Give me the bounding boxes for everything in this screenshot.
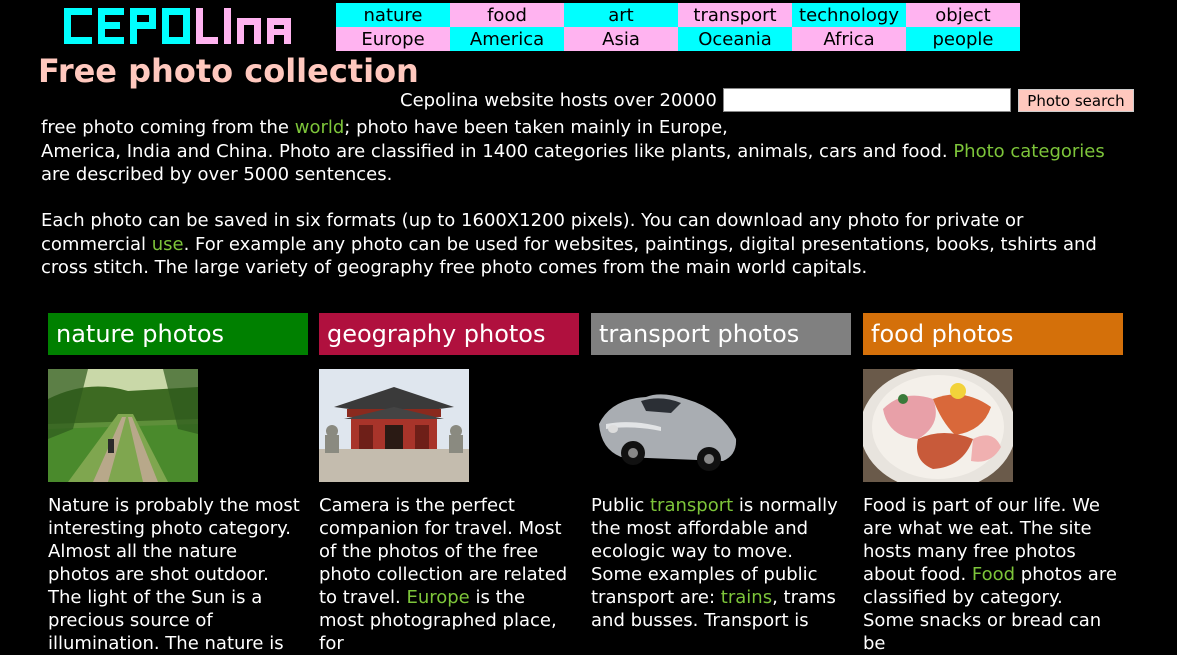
nav-technology[interactable]: technology	[792, 3, 906, 27]
transport-photos-heading[interactable]: transport photos	[591, 313, 851, 355]
nav-people[interactable]: people	[906, 27, 1020, 51]
nav-asia[interactable]: Asia	[564, 27, 678, 51]
trains-link[interactable]: trains	[721, 587, 772, 608]
intro-text: free photo coming from the	[41, 117, 295, 138]
nav-nature[interactable]: nature	[336, 3, 450, 27]
nature-column: nature photos Nature is probably the mos…	[48, 313, 308, 655]
transport-text: Public	[591, 495, 650, 516]
nav-america[interactable]: America	[450, 27, 564, 51]
chinese-temple-photo[interactable]	[319, 369, 469, 482]
nav-oceania[interactable]: Oceania	[678, 27, 792, 51]
category-nav: nature food art transport technology obj…	[336, 3, 1020, 51]
nav-food[interactable]: food	[450, 3, 564, 27]
intro-text: America, India and China. Photo are clas…	[41, 140, 954, 162]
world-link[interactable]: world	[295, 117, 345, 138]
intro-paragraph-2: Each photo can be saved in six formats (…	[41, 209, 1131, 280]
geography-photos-heading[interactable]: geography photos	[319, 313, 579, 355]
search-input[interactable]	[723, 88, 1011, 112]
nav-object[interactable]: object	[906, 3, 1020, 27]
europe-link[interactable]: Europe	[406, 587, 469, 608]
food-link[interactable]: Food	[972, 564, 1015, 585]
nature-text: Nature is probably the most interesting …	[48, 495, 300, 654]
nav-transport[interactable]: transport	[678, 3, 792, 27]
nature-description: Nature is probably the most interesting …	[48, 494, 308, 655]
geography-description: Camera is the perfect companion for trav…	[319, 494, 579, 655]
food-description: Food is part of our life. We are what we…	[863, 494, 1123, 655]
nature-path-photo[interactable]	[48, 369, 198, 482]
intro-paragraph-1: free photo coming from the world; photo …	[41, 116, 1131, 187]
nav-art[interactable]: art	[564, 3, 678, 27]
vintage-car-photo[interactable]	[591, 369, 741, 482]
intro-text: . For example any photo can be used for …	[41, 233, 1097, 279]
intro-text: are described by over 5000 sentences.	[41, 164, 393, 185]
geography-column: geography photos Camera is the perfect c…	[319, 313, 579, 655]
nature-photos-heading[interactable]: nature photos	[48, 313, 308, 355]
cepolina-logo[interactable]	[64, 8, 294, 48]
transport-column: transport photos Public transport is nor…	[591, 313, 851, 632]
photo-categories-link[interactable]: Photo categories	[953, 141, 1104, 162]
transport-link[interactable]: transport	[650, 495, 733, 516]
photo-search-button[interactable]: Photo search	[1018, 89, 1134, 112]
sushi-bowl-photo[interactable]	[863, 369, 1013, 482]
food-photos-heading[interactable]: food photos	[863, 313, 1123, 355]
food-column: food photos Food is part of our life. We…	[863, 313, 1123, 655]
nav-africa[interactable]: Africa	[792, 27, 906, 51]
intro-first-line: Cepolina website hosts over 20000	[400, 90, 717, 111]
transport-description: Public transport is normally the most af…	[591, 494, 851, 632]
intro-text: ; photo have been taken mainly in Europe…	[344, 117, 728, 138]
nav-europe[interactable]: Europe	[336, 27, 450, 51]
page-title: Free photo collection	[38, 52, 419, 90]
use-link[interactable]: use	[152, 234, 184, 255]
